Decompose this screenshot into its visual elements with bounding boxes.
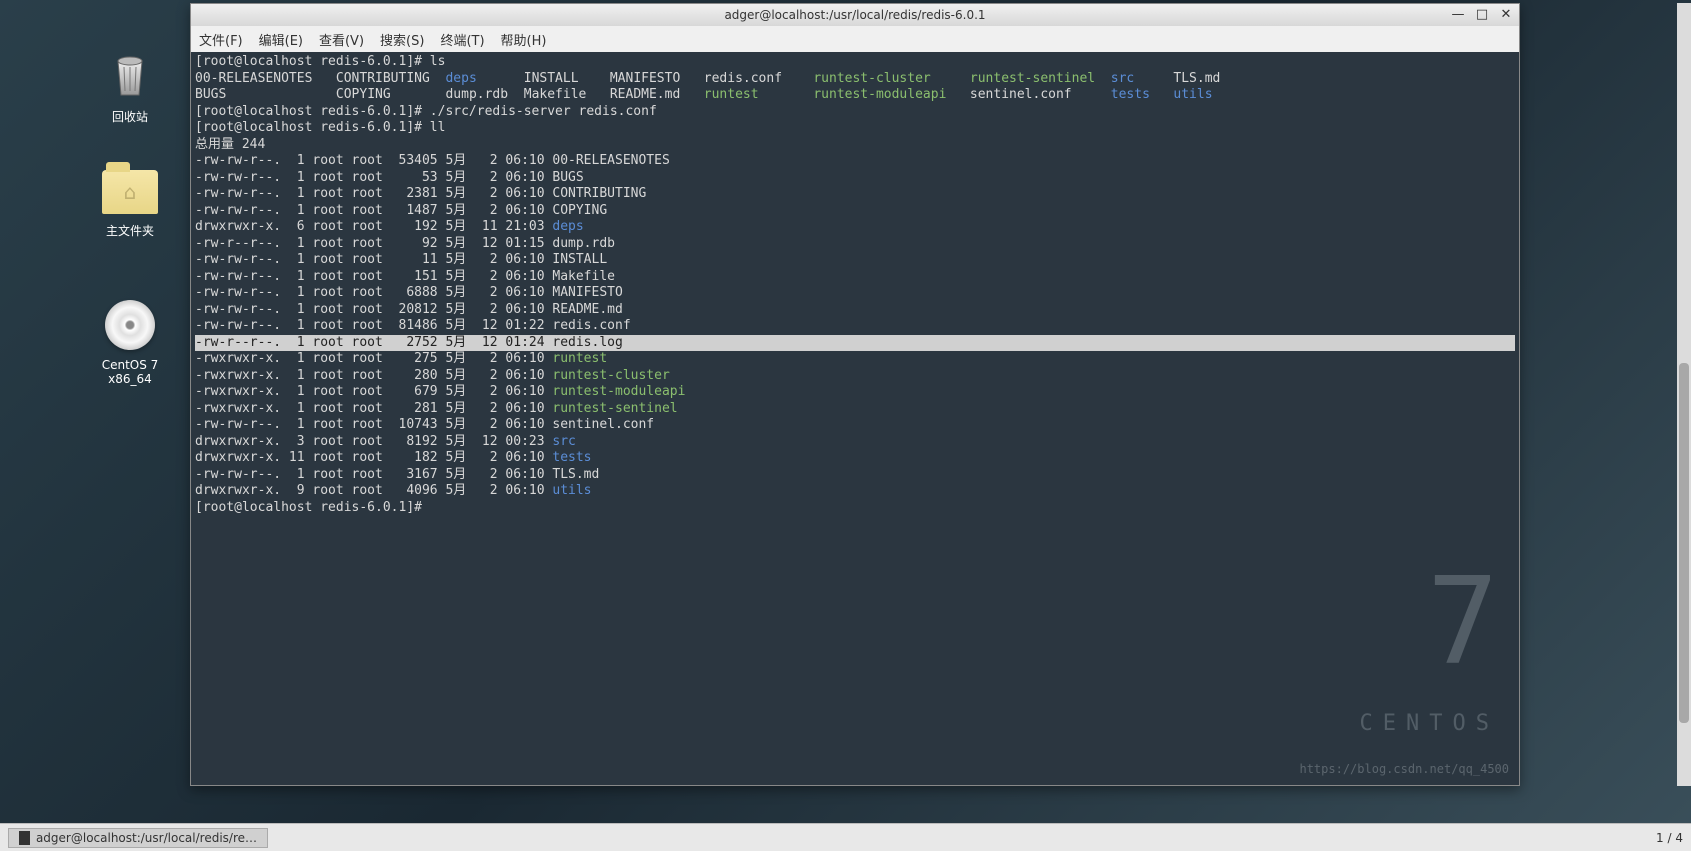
trash-label: 回收站 bbox=[80, 108, 180, 125]
menu-help[interactable]: 帮助(H) bbox=[501, 30, 547, 49]
menu-search[interactable]: 搜索(S) bbox=[380, 30, 424, 49]
window-controls: — □ ✕ bbox=[1449, 6, 1515, 22]
menu-terminal[interactable]: 终端(T) bbox=[440, 30, 484, 49]
menu-file[interactable]: 文件(F) bbox=[199, 30, 243, 49]
trash-icon bbox=[105, 50, 155, 100]
workspace-pager[interactable]: 1 / 4 bbox=[1656, 831, 1683, 845]
home-desktop-icon[interactable]: 主文件夹 bbox=[80, 170, 180, 239]
menubar: 文件(F) 编辑(E) 查看(V) 搜索(S) 终端(T) 帮助(H) bbox=[191, 26, 1519, 52]
terminal-body[interactable]: [root@localhost redis-6.0.1]# ls 00-RELE… bbox=[191, 52, 1519, 785]
centos-watermark: 7 CENTOS bbox=[1360, 530, 1499, 766]
cd-label: CentOS 7 x86_64 bbox=[80, 358, 180, 386]
close-button[interactable]: ✕ bbox=[1497, 6, 1515, 22]
home-label: 主文件夹 bbox=[80, 222, 180, 239]
menu-view[interactable]: 查看(V) bbox=[319, 30, 364, 49]
folder-icon bbox=[102, 170, 158, 214]
taskbar-terminal-label: adger@localhost:/usr/local/redis/re… bbox=[36, 831, 257, 845]
blog-watermark: https://blog.csdn.net/qq_4500 bbox=[1299, 761, 1509, 778]
scrollbar-thumb[interactable] bbox=[1679, 363, 1689, 723]
maximize-button[interactable]: □ bbox=[1473, 6, 1491, 22]
terminal-icon bbox=[19, 831, 30, 845]
terminal-window: adger@localhost:/usr/local/redis/redis-6… bbox=[190, 3, 1520, 786]
window-title: adger@localhost:/usr/local/redis/redis-6… bbox=[724, 8, 985, 22]
taskbar: adger@localhost:/usr/local/redis/re… 1 /… bbox=[0, 823, 1691, 851]
taskbar-terminal-button[interactable]: adger@localhost:/usr/local/redis/re… bbox=[8, 828, 268, 848]
disc-icon bbox=[105, 300, 155, 350]
vertical-scrollbar[interactable] bbox=[1677, 3, 1691, 786]
cd-desktop-icon[interactable]: CentOS 7 x86_64 bbox=[80, 300, 180, 386]
titlebar[interactable]: adger@localhost:/usr/local/redis/redis-6… bbox=[191, 4, 1519, 26]
menu-edit[interactable]: 编辑(E) bbox=[259, 30, 303, 49]
minimize-button[interactable]: — bbox=[1449, 6, 1467, 22]
trash-desktop-icon[interactable]: 回收站 bbox=[80, 50, 180, 125]
desktop: 回收站 主文件夹 CentOS 7 x86_64 adger@localhost… bbox=[0, 0, 1691, 790]
